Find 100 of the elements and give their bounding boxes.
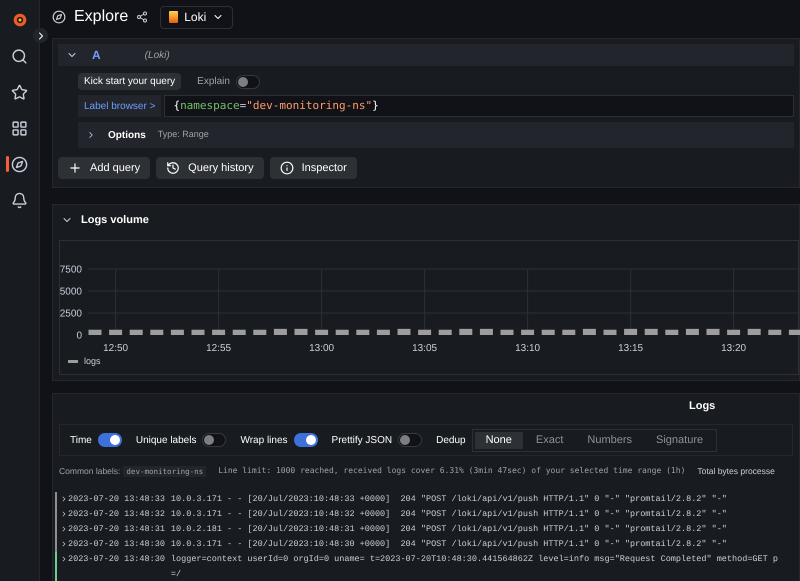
axis-label: 13:00: [309, 343, 334, 354]
toggle-switch[interactable]: [294, 433, 318, 447]
query-ref: A: [92, 47, 101, 64]
plus-icon: [68, 161, 82, 175]
query-input[interactable]: {namespace="dev-monitoring-ns"}: [164, 95, 794, 117]
dedup-option[interactable]: Exact: [524, 432, 574, 448]
expand-sidebar-button[interactable]: [33, 28, 48, 43]
axis-label: 13:20: [721, 343, 746, 354]
volume-bar: [480, 328, 493, 335]
log-time: 2023-07-20 13:48:31: [68, 522, 165, 536]
volume-bar: [294, 328, 308, 335]
log-message: 10.0.3.171 - - [20/Jul/2023:10:48:32 +0000] 204 "POST /loki/api/v1/push HTTP/1.1" 0 "-" "promtail/2.8.2" "-": [170, 508, 727, 521]
toggle-switch[interactable]: [236, 74, 260, 88]
volume-bar: [170, 330, 184, 335]
volume-bar: [398, 328, 410, 335]
log-message: 10.0.2.181 - - [20/Jul/2023:10:48:31 +0000] 204 "POST /loki/api/v1/push HTTP/1.1" 0 "-" "promtail/2.8.2" "-": [170, 522, 727, 536]
datasource-picker[interactable]: Loki: [160, 6, 234, 28]
kick-start-button[interactable]: Kick start your query: [78, 73, 182, 90]
share-icon[interactable]: [136, 11, 148, 23]
volume-bar: [130, 330, 143, 335]
dedup-option[interactable]: Numbers: [576, 432, 644, 448]
label-browser-button[interactable]: Label browser >: [78, 95, 162, 117]
toggle-switch[interactable]: [398, 433, 422, 447]
log-time: 2023-07-20 13:48:30: [68, 552, 165, 566]
axis-label: 13:10: [515, 343, 540, 354]
volume-bar: [686, 328, 699, 335]
dedup-option[interactable]: None: [474, 432, 523, 448]
volume-bar: [706, 328, 720, 335]
explain-label: Explain: [197, 75, 230, 89]
line-limit-text: Line limit: 1000 reached, received logs cover 6.31% (3min 47sec) of your selected time range (1h): [218, 465, 686, 478]
bell-icon[interactable]: [11, 192, 28, 208]
loki-logo-icon: [169, 11, 178, 23]
action-button[interactable]: Query history: [156, 157, 264, 179]
log-message: logger=context userId=0 orgId=0 uname= t=2023-07-20T10:48:30.441564862Z level=info msg="Request Completed" method=GET p: [170, 552, 778, 566]
compass-icon: [52, 10, 66, 24]
volume-bar: [624, 328, 638, 335]
volume-bar: [88, 330, 102, 335]
dedup-label: Dedup: [436, 434, 466, 448]
volume-bar: [376, 330, 390, 335]
dedup-option[interactable]: Signature: [645, 432, 714, 448]
common-labels-label: Common labels:: [59, 465, 120, 478]
volume-bar: [418, 330, 432, 335]
volume-bar: [150, 330, 164, 335]
volume-bar: [727, 330, 740, 335]
volume-bar: [336, 330, 349, 335]
volume-bar: [562, 330, 576, 335]
axis-label: 13:15: [618, 343, 644, 354]
volume-bar: [748, 328, 761, 335]
option-label: Wrap lines: [240, 434, 288, 448]
volume-bar: [768, 330, 782, 335]
option-label: Time: [70, 434, 92, 448]
query-datasource: (Loki): [144, 48, 170, 62]
total-bytes-text: Total bytes processe: [697, 465, 775, 478]
logo-icon[interactable]: [10, 11, 28, 29]
volume-bar: [438, 330, 452, 335]
log-message: =/: [170, 568, 182, 581]
log-row[interactable]: 2023-07-20 13:48:32 10.0.3.171 - - [20/Jul/2023:10:48:32 +0000] 204 "POST /loki/api/v1/push HTTP/1.1" 0 "-" "promtail/2.8.2" "-": [55, 506, 799, 522]
grid-icon[interactable]: [11, 120, 28, 136]
volume-bar: [582, 328, 596, 335]
active-indicator: [6, 156, 9, 172]
toggle-switch[interactable]: [202, 433, 226, 447]
toggle-switch[interactable]: [98, 433, 122, 447]
volume-bar: [253, 330, 266, 335]
compass-icon[interactable]: [11, 156, 28, 172]
options-label[interactable]: Options: [108, 128, 146, 142]
volume-bar: [274, 328, 287, 335]
options-type: Type: Range: [158, 128, 209, 142]
volume-bar: [521, 330, 534, 335]
panel-title: Logs: [689, 398, 716, 414]
log-row[interactable]: 2023-07-20 13:48:33 10.0.3.171 - - [20/Jul/2023:10:48:33 +0000] 204 "POST /loki/api/v1/push HTTP/1.1" 0 "-" "promtail/2.8.2" "-": [55, 492, 799, 507]
volume-bar: [315, 330, 328, 335]
legend-swatch: [68, 360, 78, 364]
option-label: Unique labels: [136, 434, 196, 448]
axis-label: 5000: [60, 286, 82, 298]
legend-label: logs: [84, 355, 101, 368]
axis-label: 13:05: [412, 343, 438, 354]
info-icon: [280, 161, 294, 175]
volume-bar: [500, 330, 514, 335]
volume-bar: [665, 330, 678, 335]
volume-bar: [788, 330, 800, 335]
log-time: 2023-07-20 13:48:32: [68, 508, 165, 521]
log-row[interactable]: 2023-07-20 13:48:31 10.0.2.181 - - [20/Jul/2023:10:48:31 +0000] 204 "POST /loki/api/v1/push HTTP/1.1" 0 "-" "promtail/2.8.2" "-": [55, 522, 799, 537]
log-row[interactable]: 2023-07-20 13:48:30 logger=context userId=0 orgId=0 uname= t=2023-07-20T10:48:30.441564862Z level=info msg="Request Completed" method=GET p =/: [55, 552, 799, 581]
volume-bar: [232, 330, 246, 335]
volume-bar: [356, 330, 370, 335]
option-label: Prettify JSON: [332, 434, 392, 448]
log-row[interactable]: 2023-07-20 13:48:30 10.0.3.171 - - [20/Jul/2023:10:48:30 +0000] 204 "POST /loki/api/v1/push HTTP/1.1" 0 "-" "promtail/2.8.2" "-": [55, 536, 799, 552]
volume-bar: [109, 330, 122, 335]
volume-bar: [212, 330, 226, 335]
volume-bar: [192, 330, 204, 335]
volume-bar: [604, 330, 616, 335]
query-text: {namespace="dev-monitoring-ns"}: [173, 98, 379, 114]
action-button[interactable]: Inspector: [270, 157, 357, 179]
panel-title: Logs volume: [81, 212, 149, 228]
axis-label: 12:50: [103, 343, 128, 354]
star-icon[interactable]: [11, 84, 28, 100]
log-time: 2023-07-20 13:48:30: [68, 538, 165, 551]
axis-label: 0: [76, 330, 82, 342]
search-icon[interactable]: [11, 48, 28, 64]
action-button[interactable]: Add query: [58, 157, 150, 179]
